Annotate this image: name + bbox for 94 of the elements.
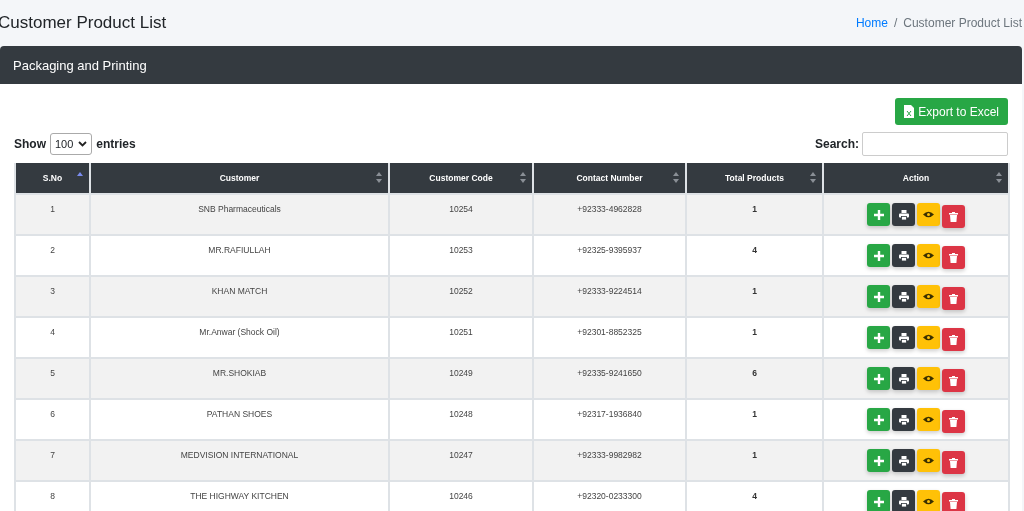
- plus-icon: [873, 496, 884, 507]
- plus-icon: [873, 291, 884, 302]
- column-header[interactable]: Customer Code: [389, 163, 533, 194]
- eye-icon: [923, 416, 934, 423]
- search-label: Search:: [814, 137, 859, 151]
- eye-icon: [923, 293, 934, 300]
- column-header[interactable]: Total Products: [686, 163, 823, 194]
- table-cell: 1: [686, 194, 823, 235]
- eye-icon: [923, 375, 934, 382]
- breadcrumb-current: Customer Product List: [903, 16, 1022, 30]
- eye-icon: [923, 498, 934, 505]
- table-cell: MEDVISION INTERNATIONAL: [90, 440, 389, 481]
- print-button[interactable]: [892, 367, 915, 390]
- search-field[interactable]: [862, 132, 1008, 156]
- plus-icon: [873, 209, 884, 220]
- view-button[interactable]: [917, 367, 940, 390]
- print-button[interactable]: [892, 449, 915, 472]
- plus-icon: [873, 414, 884, 425]
- eye-icon: [923, 211, 934, 218]
- eye-icon: [923, 457, 934, 464]
- table-cell: 10249: [389, 358, 533, 399]
- delete-button[interactable]: [942, 451, 965, 474]
- delete-button[interactable]: [942, 246, 965, 269]
- print-icon: [898, 414, 909, 425]
- column-header[interactable]: Action: [823, 163, 1009, 194]
- trash-icon: [949, 498, 958, 509]
- trash-icon: [949, 457, 958, 468]
- chevron-down-icon: [78, 141, 88, 147]
- plus-icon: [873, 332, 884, 343]
- table-cell: KHAN MATCH: [90, 276, 389, 317]
- plus-icon: [873, 455, 884, 466]
- view-button[interactable]: [917, 326, 940, 349]
- table-cell: MR.SHOKIAB: [90, 358, 389, 399]
- table-cell: 1: [15, 194, 90, 235]
- print-icon: [898, 373, 909, 384]
- table-cell: +92333-9982982: [533, 440, 686, 481]
- plus-icon: [873, 373, 884, 384]
- print-icon: [898, 250, 909, 261]
- print-button[interactable]: [892, 244, 915, 267]
- table-cell: SNB Pharmaceuticals: [90, 194, 389, 235]
- excel-file-icon: [904, 105, 915, 118]
- trash-icon: [949, 375, 958, 386]
- print-icon: [898, 455, 909, 466]
- eye-icon: [923, 334, 934, 341]
- table-cell: 3: [15, 276, 90, 317]
- table-cell: 1: [686, 276, 823, 317]
- trash-icon: [949, 293, 958, 304]
- breadcrumb-link[interactable]: Home: [855, 16, 888, 30]
- table-cell: +92333-4962828: [533, 194, 686, 235]
- delete-button[interactable]: [942, 369, 965, 392]
- column-header[interactable]: Customer: [90, 163, 389, 194]
- plus-icon: [873, 250, 884, 261]
- table-cell: 10252: [389, 276, 533, 317]
- view-button[interactable]: [917, 285, 940, 308]
- table-cell: 6: [686, 358, 823, 399]
- delete-button[interactable]: [942, 205, 965, 228]
- view-button[interactable]: [917, 203, 940, 226]
- trash-icon: [949, 252, 958, 263]
- entries-label: entries: [96, 137, 136, 151]
- view-button[interactable]: [917, 408, 940, 431]
- print-button[interactable]: [892, 203, 915, 226]
- table-cell: 5: [15, 358, 90, 399]
- print-button[interactable]: [892, 326, 915, 349]
- trash-icon: [949, 416, 958, 427]
- table-cell: +92335-9241650: [533, 358, 686, 399]
- entries-select[interactable]: 100: [50, 133, 93, 155]
- column-header[interactable]: Contact Number: [533, 163, 686, 194]
- table-cell: 10254: [389, 194, 533, 235]
- view-button[interactable]: [917, 244, 940, 267]
- delete-button[interactable]: [942, 492, 965, 511]
- show-label: Show: [14, 137, 46, 151]
- print-button[interactable]: [892, 490, 915, 511]
- eye-icon: [923, 252, 934, 259]
- delete-button[interactable]: [942, 287, 965, 310]
- view-button[interactable]: [917, 490, 940, 511]
- print-icon: [898, 496, 909, 507]
- card-title: Packaging and Printing: [13, 57, 147, 73]
- view-button[interactable]: [917, 449, 940, 472]
- column-header[interactable]: S.No: [15, 163, 90, 194]
- print-button[interactable]: [892, 408, 915, 431]
- delete-button[interactable]: [942, 328, 965, 351]
- delete-button[interactable]: [942, 410, 965, 433]
- breadcrumb-separator: /: [893, 16, 898, 30]
- table-cell: 1: [686, 440, 823, 481]
- trash-icon: [949, 334, 958, 345]
- print-button[interactable]: [892, 285, 915, 308]
- table-cell: 10247: [389, 440, 533, 481]
- trash-icon: [949, 211, 958, 222]
- table-cell: 7: [15, 440, 90, 481]
- print-icon: [898, 209, 909, 220]
- table-cell: +92333-9224514: [533, 276, 686, 317]
- print-icon: [898, 332, 909, 343]
- table-cell: 8: [15, 481, 90, 511]
- print-icon: [898, 291, 909, 302]
